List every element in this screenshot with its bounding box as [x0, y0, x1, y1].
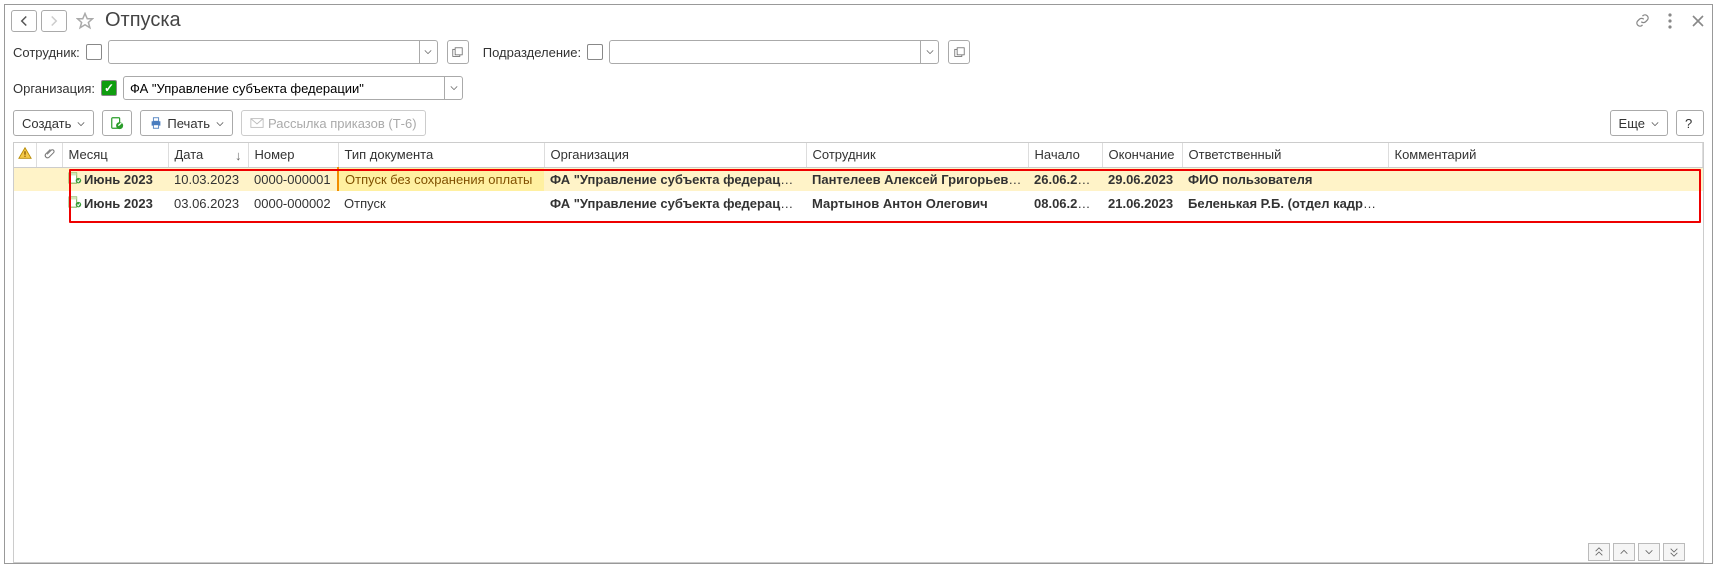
organization-dropdown-button[interactable] — [444, 77, 462, 99]
more-button-label: Еще — [1619, 116, 1645, 131]
employee-label: Сотрудник: — [13, 45, 80, 60]
cell-responsible: ФИО пользователя — [1182, 167, 1388, 191]
col-number[interactable]: Номер — [248, 143, 338, 167]
print-button[interactable]: Печать — [140, 110, 233, 136]
col-doc-type[interactable]: Тип документа — [338, 143, 544, 167]
favorite-star-icon[interactable] — [75, 11, 95, 31]
employee-combo[interactable] — [108, 40, 438, 64]
col-responsible[interactable]: Ответственный — [1182, 143, 1388, 167]
cell-doc-type: Отпуск — [338, 191, 544, 215]
cell-number: 0000-000001 — [248, 167, 338, 191]
cell-month: Июнь 2023 — [62, 167, 168, 191]
cell-date: 10.03.2023 — [168, 167, 248, 191]
col-organization[interactable]: Организация — [544, 143, 806, 167]
col-warning[interactable] — [14, 143, 36, 167]
cell-start: 08.06.2023 — [1028, 191, 1102, 215]
organization-label: Организация: — [13, 81, 95, 96]
organization-combo[interactable] — [123, 76, 463, 100]
employee-dropdown-button[interactable] — [419, 41, 437, 63]
cell-warn — [14, 167, 36, 191]
cell-comment — [1388, 191, 1703, 215]
scroll-top-button[interactable] — [1588, 543, 1610, 561]
mail-icon — [250, 117, 264, 129]
department-combo[interactable] — [609, 40, 939, 64]
filter-organization: Организация: — [13, 76, 463, 100]
cell-employee: Пантелеев Алексей Григорьевич — [806, 167, 1028, 191]
printer-icon — [149, 116, 163, 130]
mail-orders-button: Рассылка приказов (Т-6) — [241, 110, 426, 136]
cell-doc-type: Отпуск без сохранения оплаты — [338, 167, 544, 191]
doc-approved-icon — [68, 196, 82, 211]
cell-month: Июнь 2023 — [62, 191, 168, 215]
cell-responsible: Беленькая Р.Б. (отдел кадров) — [1182, 191, 1388, 215]
paperclip-icon — [43, 148, 56, 163]
table-row[interactable]: Июнь 202310.03.20230000-000001Отпуск без… — [14, 167, 1703, 191]
more-button[interactable]: Еще — [1610, 110, 1668, 136]
doc-approved-icon — [68, 172, 82, 187]
nav-forward-button[interactable] — [41, 10, 67, 32]
close-icon[interactable] — [1690, 15, 1706, 27]
col-attachment[interactable] — [36, 143, 62, 167]
department-filter-checkbox[interactable] — [587, 44, 603, 60]
page-title: Отпуска — [105, 9, 181, 32]
cell-end: 21.06.2023 — [1102, 191, 1182, 215]
vacation-journal-window: Отпуска Сотрудник: — [4, 4, 1713, 564]
print-button-label: Печать — [167, 116, 210, 131]
filter-area: Сотрудник: Подразделение: Орган — [5, 36, 1712, 104]
organization-input[interactable] — [124, 77, 444, 99]
col-month[interactable]: Месяц — [62, 143, 168, 167]
employee-filter-checkbox[interactable] — [86, 44, 102, 60]
table-header-row: Месяц Дата↓ Номер Тип документа Организа… — [14, 143, 1703, 167]
col-employee[interactable]: Сотрудник — [806, 143, 1028, 167]
filter-employee: Сотрудник: — [13, 40, 469, 64]
chevron-down-icon — [77, 116, 85, 131]
col-end[interactable]: Окончание — [1102, 143, 1182, 167]
title-bar: Отпуска — [5, 5, 1712, 36]
cell-warn — [14, 191, 36, 215]
department-dropdown-button[interactable] — [920, 41, 938, 63]
help-button-label: ? — [1685, 116, 1692, 131]
cell-employee: Мартынов Антон Олегович — [806, 191, 1028, 215]
sort-asc-icon: ↓ — [235, 148, 242, 163]
cell-comment — [1388, 167, 1703, 191]
employee-open-button[interactable] — [447, 40, 469, 64]
cell-attach — [36, 191, 62, 215]
department-label: Подразделение: — [483, 45, 581, 60]
create-button[interactable]: Создать — [13, 110, 94, 136]
scroll-bottom-button[interactable] — [1663, 543, 1685, 561]
cell-number: 0000-000002 — [248, 191, 338, 215]
col-date[interactable]: Дата↓ — [168, 143, 248, 167]
cell-date: 03.06.2023 — [168, 191, 248, 215]
toolbar: Создать Печать Рассылка приказов (Т-6) Е… — [5, 104, 1712, 140]
mail-orders-label: Рассылка приказов (Т-6) — [268, 116, 417, 131]
kebab-menu-icon[interactable] — [1662, 13, 1678, 29]
help-button[interactable]: ? — [1676, 110, 1704, 136]
chevron-down-icon — [1651, 116, 1659, 131]
cell-attach — [36, 167, 62, 191]
organization-filter-checkbox[interactable] — [101, 80, 117, 96]
chevron-down-icon — [216, 116, 224, 131]
department-input[interactable] — [610, 41, 920, 63]
scroll-up-button[interactable] — [1613, 543, 1635, 561]
create-button-label: Создать — [22, 116, 71, 131]
nav-back-button[interactable] — [11, 10, 37, 32]
documents-table: Месяц Дата↓ Номер Тип документа Организа… — [14, 143, 1703, 215]
documents-table-wrap: Месяц Дата↓ Номер Тип документа Организа… — [13, 142, 1704, 563]
refresh-green-button[interactable] — [102, 110, 132, 136]
warning-icon — [18, 148, 32, 163]
col-start[interactable]: Начало — [1028, 143, 1102, 167]
table-row[interactable]: Июнь 202303.06.20230000-000002ОтпускФА "… — [14, 191, 1703, 215]
filter-department: Подразделение: — [483, 40, 970, 64]
cell-start: 26.06.2023 — [1028, 167, 1102, 191]
cell-end: 29.06.2023 — [1102, 167, 1182, 191]
employee-input[interactable] — [109, 41, 419, 63]
cell-org: ФА "Управление субъекта федерации" — [544, 191, 806, 215]
link-icon[interactable] — [1634, 13, 1650, 28]
cell-org: ФА "Управление субъекта федерации" — [544, 167, 806, 191]
scroll-down-button[interactable] — [1638, 543, 1660, 561]
col-comment[interactable]: Комментарий — [1388, 143, 1703, 167]
table-nav-buttons — [1588, 543, 1685, 561]
department-open-button[interactable] — [948, 40, 970, 64]
